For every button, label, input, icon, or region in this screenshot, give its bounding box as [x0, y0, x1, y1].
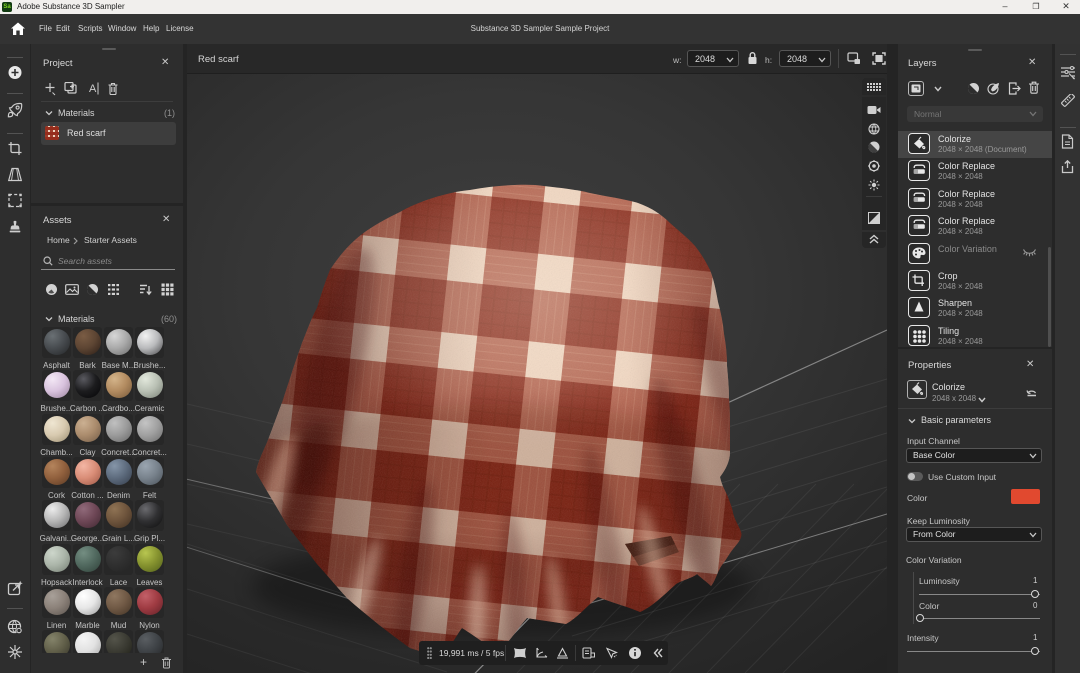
svg-text:A: A	[89, 83, 97, 95]
